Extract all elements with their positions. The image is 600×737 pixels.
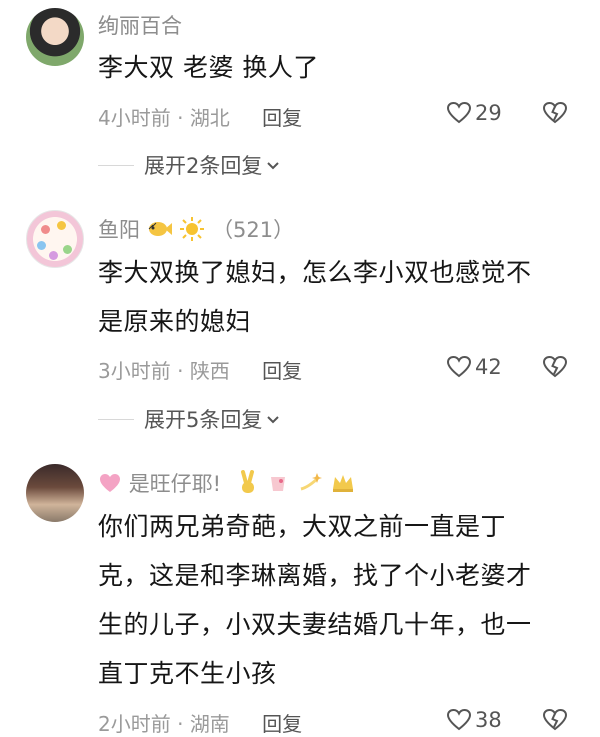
avatar-decoration [37, 241, 46, 250]
drink-emoji-icon [266, 471, 290, 500]
meta-separator: · [177, 712, 184, 736]
comment-username: 是旺仔耶! [128, 472, 222, 496]
comment-time: 3小时前 [98, 359, 171, 383]
avatar-decoration [49, 251, 58, 260]
avatar[interactable] [26, 464, 84, 522]
reply-button[interactable]: 回复 [262, 106, 302, 130]
comment-location: 陕西 [189, 359, 230, 383]
expand-replies-button[interactable]: 展开5条回复 [98, 404, 281, 434]
comment-username[interactable]: 绚丽百合 [98, 10, 182, 40]
comment-time: 2小时前 [98, 712, 171, 736]
comment-meta: 4小时前 · 湖北 回复 [98, 102, 302, 131]
broken-heart-icon [541, 101, 569, 129]
comment-location: 湖南 [189, 712, 230, 736]
fan-count: （521） [212, 218, 295, 242]
meta-separator: · [177, 106, 184, 130]
broken-heart-icon [541, 355, 569, 383]
heart-outline-icon [446, 355, 472, 379]
sparkle-emoji-icon [297, 471, 323, 500]
avatar-decoration [57, 221, 66, 230]
comment-location: 湖北 [189, 106, 230, 130]
comment-time: 4小时前 [98, 106, 171, 130]
dislike-button[interactable] [541, 708, 569, 736]
reply-button[interactable]: 回复 [262, 359, 302, 383]
comment-username: 鱼阳 [98, 218, 140, 242]
avatar[interactable] [26, 8, 84, 66]
expand-replies-button[interactable]: 展开2条回复 [98, 150, 281, 180]
meta-separator: · [177, 359, 184, 383]
like-count: 42 [475, 355, 502, 379]
comment-meta: 2小时前 · 湖南 回复 [98, 708, 302, 737]
comment-username-row[interactable]: 是旺仔耶! [98, 468, 356, 501]
comment-text-line: 直丁克不生小孩 [98, 659, 277, 688]
like-button[interactable]: 38 [446, 708, 502, 732]
like-button[interactable]: 42 [446, 355, 502, 379]
like-button[interactable]: 29 [446, 101, 502, 125]
sun-emoji-icon [179, 216, 205, 247]
comment-meta: 3小时前 · 陕西 回复 [98, 355, 302, 384]
comment-text: 你们两兄弟奇葩，大双之前一直是丁 克，这是和李琳离婚，找了个小老婆才 生的儿子，… [98, 502, 578, 698]
avatar-decoration [41, 225, 50, 234]
like-count: 29 [475, 101, 502, 125]
heart-outline-icon [446, 708, 472, 732]
divider-line [98, 164, 134, 166]
pink-heart-icon [98, 472, 122, 499]
comment-text-line: 你们两兄弟奇葩，大双之前一直是丁 [98, 512, 507, 541]
comment-text-line: 李大双换了媳妇，怎么李小双也感觉不 [98, 258, 532, 287]
avatar[interactable] [26, 210, 84, 268]
comment-text-line: 克，这是和李琳离婚，找了个小老婆才 [98, 561, 532, 590]
comment-text-line: 是原来的媳妇 [98, 307, 252, 336]
fish-emoji-icon [147, 219, 173, 244]
comment-text: 李大双 老婆 换人了 [98, 43, 578, 92]
broken-heart-icon [541, 708, 569, 736]
victory-hand-icon [236, 469, 260, 501]
divider-line [98, 418, 134, 420]
expand-replies-label: 展开5条回复 [144, 408, 263, 432]
chevron-down-icon [265, 153, 281, 177]
like-count: 38 [475, 708, 502, 732]
expand-replies-label: 展开2条回复 [144, 154, 263, 178]
comment-text-line: 生的儿子，小双夫妻结婚几十年，也一 [98, 610, 532, 639]
dislike-button[interactable] [541, 355, 569, 383]
chevron-down-icon [265, 407, 281, 431]
crown-emoji-icon [330, 471, 356, 500]
comment-text: 李大双换了媳妇，怎么李小双也感觉不 是原来的媳妇 [98, 248, 578, 346]
comment-text-line: 李大双 老婆 换人了 [98, 53, 319, 82]
reply-button[interactable]: 回复 [262, 712, 302, 736]
avatar-decoration [63, 245, 72, 254]
heart-outline-icon [446, 101, 472, 125]
dislike-button[interactable] [541, 101, 569, 129]
comment-username-row[interactable]: 鱼阳 （521） [98, 214, 294, 247]
